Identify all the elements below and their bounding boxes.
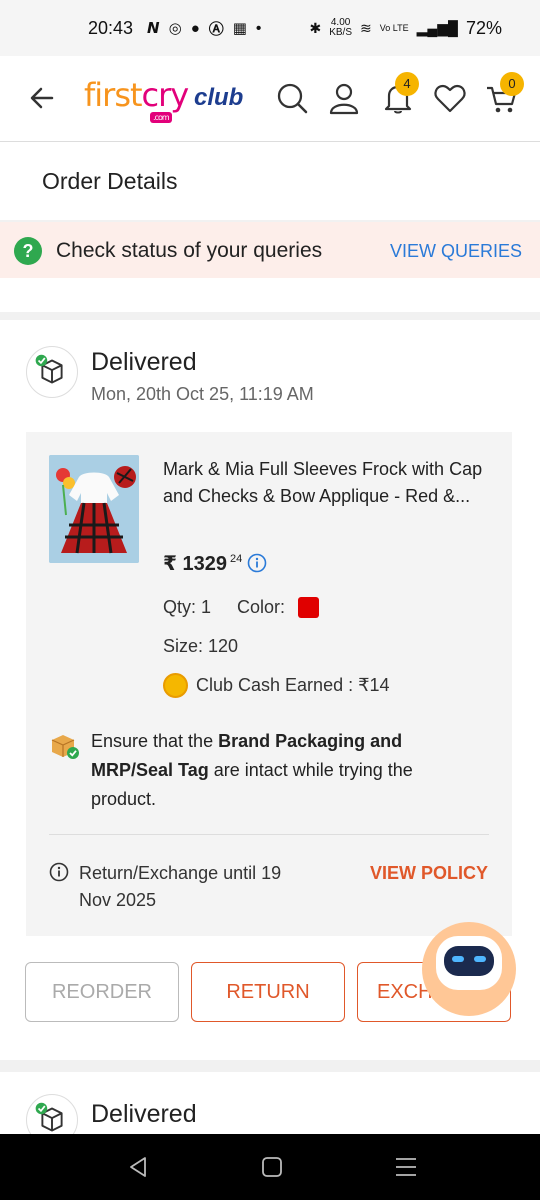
nav-menu-icon[interactable] [393,1154,419,1180]
order-card-next: Delivered [0,1072,540,1134]
status-time: 20:43 [88,17,134,38]
package-check-icon [51,735,79,759]
system-nav-bar [0,1134,540,1200]
n-app-icon: 𝙉 [147,20,160,37]
divider [49,834,489,835]
chat-icon: ● [190,19,200,37]
order-status: Delivered [91,348,197,376]
size: Size: 120 [163,636,239,656]
notification-badge: 4 [395,72,419,96]
club-cash-earned: Club Cash Earned : ₹14 [196,675,390,695]
price-decimal: 24 [229,553,243,566]
notice-text-1: Ensure that the [91,731,219,751]
reorder-button[interactable]: REORDER [25,962,179,1022]
signal-icon: ▂▄▆█ [416,19,458,36]
price-main: 1329 [182,553,227,575]
dot-icon: • [255,19,262,37]
network-speed-unit: KB/S [329,27,352,38]
order-status: Delivered [91,1100,197,1128]
bot-eye-right [474,956,486,962]
product-name[interactable]: Mark & Mia Full Sleeves Frock with Cap a… [163,456,483,510]
order-details-content[interactable]: Order Details ? Check status of your que… [0,142,540,1134]
volte-label: Vo LTE [379,23,409,33]
club-cash-coin-icon [163,673,188,698]
info-icon [49,862,69,882]
return-button[interactable]: RETURN [191,962,345,1022]
order-date: Mon, 20th Oct 25, 11:19 AM [91,384,314,404]
query-status-text: Check status of your queries [56,239,323,262]
back-arrow-icon[interactable] [26,82,58,114]
a-app-icon: Ⓐ [208,20,224,38]
app-header: firstcry .com club 4 0 [0,56,540,142]
logo-text-first: first [84,76,143,114]
quantity: Qty: 1 [163,597,212,617]
status-bar: 20:43 𝙉 ◎ ● Ⓐ ▦ • ✱ 4.00 KB/S ≋ Vo LTE ▂▄… [0,0,540,56]
notification-icons: 𝙉 ◎ ● Ⓐ ▦ • [147,18,261,39]
nav-back-icon[interactable] [126,1154,152,1180]
assistant-bot-button[interactable] [422,922,516,1016]
page-title: Order Details [42,168,178,194]
cart-badge: 0 [500,72,524,96]
price-currency: ₹ [163,553,177,575]
network-speed: 4.00 KB/S [329,18,352,38]
packaging-notice: Ensure that the Brand Packaging and MRP/… [91,727,451,814]
question-icon: ? [14,237,42,265]
search-icon[interactable] [274,80,310,116]
bot-face [444,946,494,976]
grid-app-icon: ▦ [232,20,247,37]
club-logo[interactable]: club [194,84,243,112]
logo-text-cry: cry [141,76,190,114]
return-window-text: Return/Exchange until 19 Nov 2025 [79,863,282,910]
logo-com: .com [150,112,172,123]
bot-head-icon [436,936,502,990]
price-info-icon[interactable] [247,553,267,573]
page-title-box: Order Details [0,142,540,220]
spacer [0,278,540,312]
firstcry-logo[interactable]: firstcry .com [84,76,190,123]
query-status-banner[interactable]: ? Check status of your queries VIEW QUER… [0,222,540,278]
bluetooth-icon: ✱ [309,19,322,36]
whatsapp-icon: ◎ [168,20,182,37]
nav-home-icon[interactable] [259,1154,285,1180]
order-item: Mark & Mia Full Sleeves Frock with Cap a… [26,432,512,936]
wifi-icon: ≋ [360,19,372,36]
battery-level: 72% [465,17,502,38]
product-price: ₹ 1329 24 [163,551,242,576]
product-image[interactable] [49,455,139,563]
color-swatch [298,597,319,618]
delivered-box-icon [26,346,78,398]
bot-eye-left [452,956,464,962]
view-policy-link[interactable]: VIEW POLICY [370,863,488,884]
delivered-box-icon [26,1094,78,1134]
color-label: Color: [237,597,286,617]
wishlist-heart-icon[interactable] [432,80,468,116]
account-icon[interactable] [326,80,362,116]
system-icons: ✱ 4.00 KB/S ≋ Vo LTE ▂▄▆█ 72% [309,18,502,39]
view-queries-link[interactable]: VIEW QUERIES [390,241,522,262]
